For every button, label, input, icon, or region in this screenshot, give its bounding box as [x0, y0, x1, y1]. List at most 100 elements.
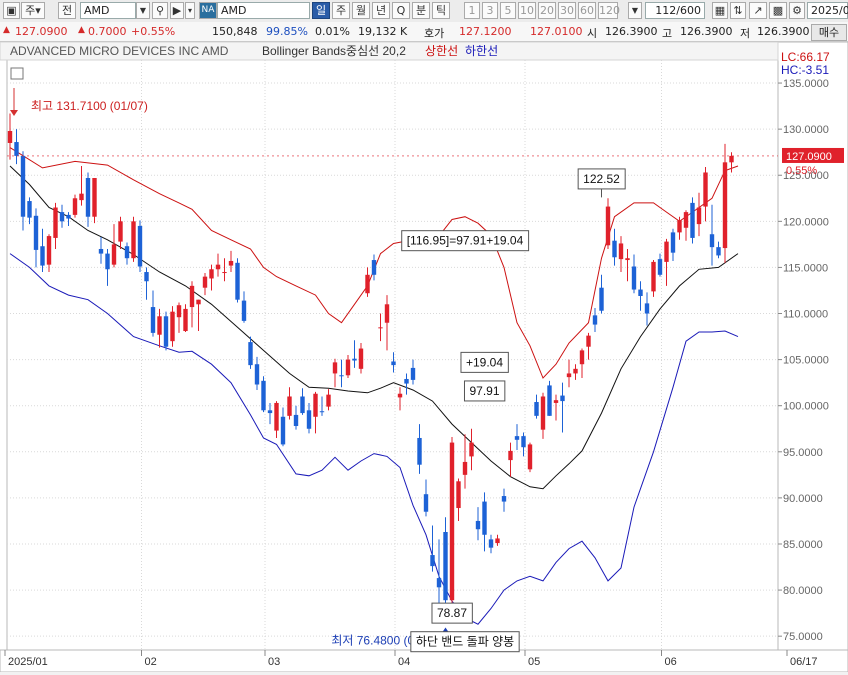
candle-body: [514, 436, 520, 440]
candle-body: [625, 258, 630, 261]
speaker-icon[interactable]: ▶: [170, 2, 184, 19]
candle-up: [527, 442, 533, 473]
period-button-0[interactable]: 일: [312, 2, 330, 19]
candle-body: [722, 162, 728, 249]
lc-label: LC:66.17: [781, 50, 830, 64]
line-tool-icon[interactable]: ↗: [749, 2, 767, 19]
count-field[interactable]: 112/600: [645, 2, 705, 19]
price-change-pct: +0.55%: [131, 25, 176, 38]
candle-body: [482, 501, 487, 535]
annotation-text: +19.04: [466, 355, 503, 369]
period-button-4[interactable]: Q: [392, 2, 410, 19]
candle-body: [20, 155, 26, 217]
candle-body: [352, 358, 357, 361]
candle-body: [274, 402, 279, 431]
search-icon[interactable]: ⚲: [152, 2, 168, 19]
x-tick-label: 2025/01: [8, 656, 48, 668]
open-label: 시: [587, 27, 598, 40]
candle-body: [183, 308, 188, 332]
speaker-dropdown-icon[interactable]: ▾: [185, 2, 195, 19]
plot-area: [6, 59, 779, 651]
save-icon[interactable]: ▩: [769, 2, 787, 19]
candle-up: [92, 178, 97, 224]
candle-down: [163, 311, 169, 351]
y-tick-label: 95.0000: [783, 447, 823, 459]
candle-body: [586, 335, 591, 347]
y-tick-label: 115.0000: [783, 262, 828, 274]
prev-button[interactable]: 전: [58, 2, 76, 19]
candle-body: [137, 225, 143, 267]
candle-body: [703, 172, 708, 207]
interval-button-1[interactable]: 1: [464, 2, 480, 19]
date-field[interactable]: 2025/0: [807, 2, 848, 19]
interval-button-60[interactable]: 60: [578, 2, 596, 19]
candle-body: [501, 496, 507, 502]
interval-button-20[interactable]: 20: [538, 2, 556, 19]
indicator-label: Bollinger Bands중심선 20,2: [262, 44, 406, 58]
x-tick-label: 03: [268, 656, 280, 668]
y-tick-label: 85.0000: [783, 539, 823, 551]
interval-button-10[interactable]: 10: [518, 2, 536, 19]
candle-body: [391, 361, 396, 366]
period-button-6[interactable]: 틱: [432, 2, 450, 19]
candle-body: [170, 311, 175, 342]
annotation-text: 하단 밴드 돌파 양봉: [416, 635, 514, 649]
candle-body: [456, 481, 461, 509]
interval-button-120[interactable]: 120: [598, 2, 620, 19]
grid-icon[interactable]: ▦: [712, 2, 728, 19]
chart-grid-icon[interactable]: [10, 67, 24, 80]
symbol-name-field[interactable]: AMD: [217, 2, 310, 19]
gear-icon[interactable]: ⚙: [789, 2, 805, 19]
x-tick-label: 02: [145, 656, 157, 668]
volume: 150,848: [212, 25, 258, 38]
candle-body: [521, 436, 526, 448]
candle-body: [228, 260, 234, 266]
high-label: 고: [662, 27, 673, 40]
period-button-5[interactable]: 분: [412, 2, 430, 19]
candle-body: [66, 214, 71, 219]
y-tick-label: 100.0000: [783, 401, 829, 413]
candle-body: [40, 246, 45, 266]
high-annotation: 최고 131.7100 (01/07): [31, 99, 148, 113]
candle-body: [599, 287, 604, 311]
candle-body: [729, 155, 734, 163]
candle-body: [53, 207, 58, 238]
period-button-2[interactable]: 월: [352, 2, 370, 19]
chart-settings-icon[interactable]: ▣: [3, 2, 20, 19]
bid-price: 127.1200: [459, 25, 512, 38]
candle-body: [111, 244, 117, 265]
x-tick-label: 06: [665, 656, 677, 668]
candle-body: [339, 375, 344, 377]
y-tick-label: 130.0000: [783, 124, 829, 136]
candle-body: [326, 394, 331, 407]
candle-body: [59, 212, 65, 222]
dropdown-icon[interactable]: ▼: [136, 2, 150, 19]
candle-body: [657, 259, 663, 275]
candle-body: [709, 234, 715, 248]
price-chart[interactable]: 최고 131.7100 (01/07)최저 76.4800 (04/08)[11…: [0, 41, 848, 673]
candle-body: [573, 368, 578, 374]
interval-button-3[interactable]: 3: [482, 2, 498, 19]
x-tick-label: 04: [398, 656, 410, 668]
candle-body: [118, 221, 123, 242]
period-button-1[interactable]: 주: [332, 2, 350, 19]
mode-select[interactable]: 주▾: [21, 2, 45, 19]
candle-body: [495, 538, 500, 544]
interval-button-5[interactable]: 5: [500, 2, 516, 19]
interval-button-30[interactable]: 30: [558, 2, 576, 19]
chart-area[interactable]: 최고 131.7100 (01/07) 최저 76.4800 (04/08) [11…: [0, 41, 848, 673]
candle-body: [404, 378, 409, 384]
interval-scroll-icon[interactable]: ▼: [628, 2, 642, 19]
buy-button[interactable]: 매수: [811, 24, 847, 41]
candle-body: [144, 272, 149, 282]
candle-body: [267, 410, 273, 414]
candle-body: [85, 178, 91, 217]
annotation-text: 78.87: [437, 606, 467, 620]
candle-body: [508, 450, 513, 461]
hc-label: HC:-3.51: [781, 63, 829, 77]
candle-body: [202, 276, 208, 288]
symbol-input[interactable]: AMD: [80, 2, 136, 19]
period-button-3[interactable]: 년: [372, 2, 390, 19]
compare-icon[interactable]: ⇅: [730, 2, 746, 19]
candle-body: [131, 221, 136, 259]
